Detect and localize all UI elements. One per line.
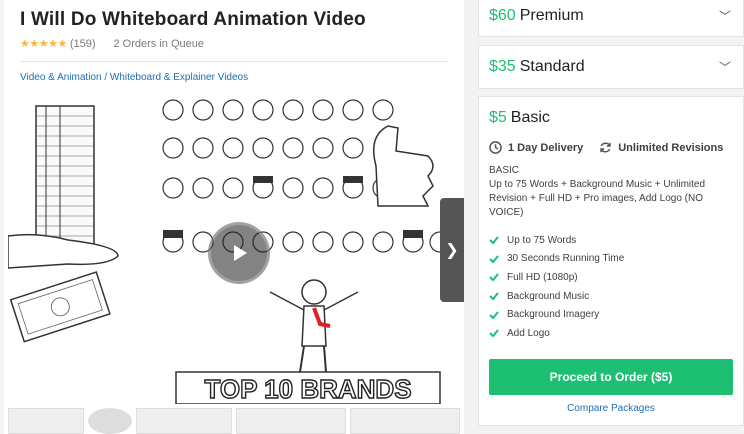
chevron-right-icon: ❯ xyxy=(445,242,459,259)
package-summary: 1 Day Delivery Unlimited Revisions xyxy=(489,141,739,154)
check-icon xyxy=(489,292,499,301)
orders-queue: 2 Orders in Queue xyxy=(113,37,205,50)
rating-count[interactable]: (159) xyxy=(70,38,96,50)
package-price: $35 xyxy=(489,58,516,75)
check-icon xyxy=(489,273,499,282)
check-icon xyxy=(489,329,499,338)
refresh-icon xyxy=(600,142,611,153)
revisions: Unlimited Revisions xyxy=(599,141,723,154)
revisions-label: Unlimited Revisions xyxy=(618,141,724,154)
delivery-label: 1 Day Delivery xyxy=(508,141,584,154)
package-header: $5 Basic xyxy=(489,109,550,127)
chevron-down-icon: ﹀ xyxy=(718,60,731,75)
package-price: $5 xyxy=(489,109,507,126)
breadcrumb[interactable]: Video & Animation / Whiteboard & Explain… xyxy=(20,72,248,83)
play-button[interactable] xyxy=(208,222,270,284)
list-item: Full HD (1080p) xyxy=(489,268,624,287)
gig-title: I Will Do Whiteboard Animation Video xyxy=(20,9,366,30)
chevron-down-icon: ﹀ xyxy=(718,9,731,23)
list-item: Background Music xyxy=(489,287,624,306)
package-name: Basic xyxy=(510,109,550,126)
rating-stars-icon: ★★★★★ xyxy=(20,38,67,50)
package-title: BASIC xyxy=(489,165,520,176)
gallery-thumbnails xyxy=(8,408,464,434)
list-item: Add Logo xyxy=(489,324,624,343)
gig-meta: ★★★★★ (159) 2 Orders in Queue xyxy=(20,37,205,51)
compare-packages-link[interactable]: Compare Packages xyxy=(479,403,743,414)
play-icon xyxy=(234,245,247,261)
gig-main-panel: I Will Do Whiteboard Animation Video ★★★… xyxy=(4,0,464,434)
feature-label: Background Imagery xyxy=(507,309,600,321)
gig-video[interactable]: TOP 10 BRANDS xyxy=(8,96,464,404)
feature-label: 30 Seconds Running Time xyxy=(507,253,625,265)
thumbnail[interactable] xyxy=(236,408,346,434)
list-item: 30 Seconds Running Time xyxy=(489,250,624,269)
package-name: Premium xyxy=(519,6,584,24)
feature-label: Full HD (1080p) xyxy=(507,271,578,283)
proceed-to-order-button[interactable]: Proceed to Order ($5) xyxy=(489,359,733,395)
check-icon xyxy=(489,255,499,264)
video-banner-text: TOP 10 BRANDS xyxy=(204,374,411,404)
feature-label: Up to 75 Words xyxy=(507,234,577,246)
list-item: Background Imagery xyxy=(489,305,624,324)
feature-label: Add Logo xyxy=(507,327,550,339)
feature-label: Background Music xyxy=(507,290,590,302)
package-description: Up to 75 Words + Background Music + Unli… xyxy=(489,179,706,218)
delivery-time: 1 Day Delivery xyxy=(489,141,583,154)
clock-icon xyxy=(489,141,502,154)
package-premium[interactable]: $60 Premium ﹀ xyxy=(478,0,744,37)
feature-list: Up to 75 Words 30 Seconds Running Time F… xyxy=(489,231,624,343)
thumbnail[interactable] xyxy=(88,408,132,434)
thumbnail[interactable] xyxy=(136,408,232,434)
list-item: Up to 75 Words xyxy=(489,231,624,250)
package-standard[interactable]: $35 Standard ﹀ xyxy=(478,45,744,89)
check-icon xyxy=(489,236,499,245)
divider xyxy=(20,61,448,62)
package-price: $60 xyxy=(489,6,516,24)
thumbnail[interactable] xyxy=(350,408,460,434)
thumbnail[interactable] xyxy=(8,408,84,434)
package-basic: $5 Basic 1 Day Delivery Unlimited Revisio… xyxy=(478,96,744,426)
check-icon xyxy=(489,311,499,320)
package-name: Standard xyxy=(519,58,585,75)
next-slide-button[interactable]: ❯ xyxy=(440,198,464,302)
